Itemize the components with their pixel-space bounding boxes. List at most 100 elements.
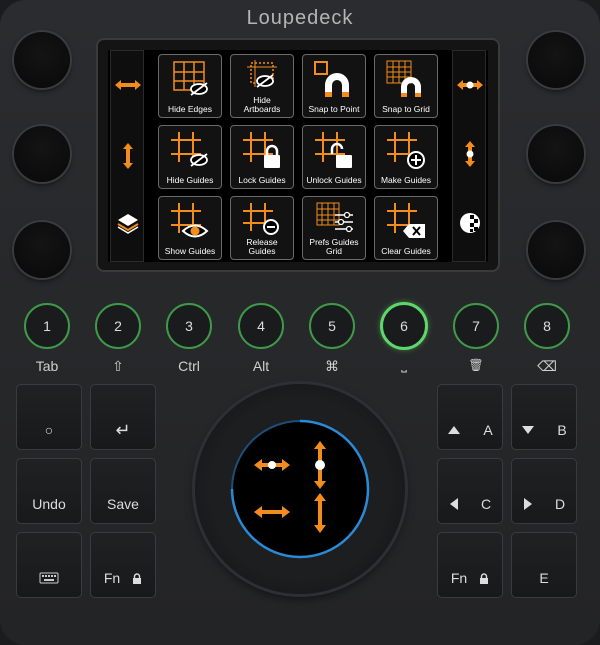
brand-logo: Loupedeck — [246, 7, 354, 29]
d-key-content: D — [512, 485, 576, 523]
guides-add-icon — [387, 132, 425, 169]
up-down-arrows-icon — [314, 493, 326, 533]
undo-key[interactable]: Undo — [16, 458, 82, 524]
button-1-label: Tab — [35, 358, 59, 374]
button-2-label: ⇧ — [112, 358, 124, 374]
button-5-label: ⌘ — [325, 358, 339, 374]
left-right-dot-arrows-icon — [254, 459, 290, 471]
tile-release-guides[interactable]: Release Guides — [230, 196, 294, 260]
tile-label: Snap to Point — [308, 104, 360, 114]
loupedeck-device: Loupedeck Hide Edges Hide Artboards Snap… — [0, 0, 600, 645]
c-key[interactable]: C — [437, 458, 503, 524]
tile-lock-guides[interactable]: Lock Guides — [230, 125, 294, 189]
button-2[interactable]: 2 — [95, 303, 141, 349]
enter-key[interactable]: ↵ — [90, 384, 156, 450]
tile-snap-to-point[interactable]: Snap to Point — [302, 54, 366, 118]
fn-key-left[interactable]: Fn — [90, 532, 156, 598]
e-key-label: E — [539, 570, 549, 586]
tile-hide-guides[interactable]: Hide Guides — [158, 125, 222, 189]
button-3-label: Ctrl — [178, 358, 200, 374]
c-key-content: C — [438, 485, 502, 523]
e-key[interactable]: E — [511, 532, 577, 598]
tile-clear-guides[interactable]: Clear Guides — [374, 196, 438, 260]
tile-label: Make Guides — [380, 175, 432, 185]
up-down-dot-arrows-icon — [453, 139, 487, 173]
circle-key-label: ○ — [44, 422, 54, 438]
artboard-icon — [247, 60, 277, 88]
dial-screen[interactable] — [230, 419, 370, 559]
a-key-content: A — [438, 411, 502, 449]
a-key-label: A — [483, 422, 493, 438]
tile-make-guides[interactable]: Make Guides — [374, 125, 438, 189]
knob-right-3[interactable] — [528, 222, 584, 278]
fn-key-left-content: Fn — [91, 559, 155, 597]
tile-label: Lock Guides — [238, 175, 286, 185]
tile-hide-artboards[interactable]: Hide Artboards — [230, 54, 294, 118]
fn-key-right[interactable]: Fn — [437, 532, 503, 598]
up-down-dot-arrows-icon — [314, 441, 326, 489]
button-6[interactable]: 6 — [380, 302, 428, 350]
b-key-content: B — [512, 411, 576, 449]
fn-key-label: Fn — [103, 570, 121, 586]
triangle-left-icon — [449, 498, 458, 510]
knob-left-2[interactable] — [14, 126, 70, 182]
triangle-up-icon — [448, 426, 461, 434]
button-7[interactable]: 7 — [453, 303, 499, 349]
knob-left-1[interactable] — [14, 32, 70, 88]
tile-hide-edges[interactable]: Hide Edges — [158, 54, 222, 118]
save-key-label: Save — [107, 496, 139, 512]
button-6-label: ⎵ — [401, 356, 407, 372]
button-4-label: Alt — [252, 358, 270, 374]
right-touch-strip[interactable] — [452, 50, 486, 262]
a-key[interactable]: A — [437, 384, 503, 450]
b-key[interactable]: B — [511, 384, 577, 450]
tile-prefs-guides-grid[interactable]: Prefs Guides Grid — [302, 196, 366, 260]
magnet-grid-icon — [386, 60, 421, 97]
button-8[interactable]: 8 — [524, 303, 570, 349]
tile-label: Snap to Grid — [382, 104, 430, 114]
tile-label: Release Guides — [246, 237, 278, 256]
tile-label: Clear Guides — [381, 246, 431, 256]
dial-ring — [230, 419, 370, 559]
left-touch-strip[interactable] — [110, 50, 144, 262]
d-key[interactable]: D — [511, 458, 577, 524]
tile-label: Show Guides — [164, 246, 216, 256]
lock-icon — [480, 572, 489, 584]
button-3[interactable]: 3 — [166, 303, 212, 349]
tile-label: Prefs Guides Grid — [309, 237, 359, 256]
touchscreen: Hide Edges Hide Artboards Snap to Point — [108, 50, 488, 262]
left-right-dot-arrows-icon — [453, 77, 487, 96]
jog-dial[interactable] — [195, 384, 405, 594]
knob-right-1[interactable] — [528, 32, 584, 88]
knob-right-2[interactable] — [528, 126, 584, 182]
circle-key[interactable]: ○ — [16, 384, 82, 450]
fn-key-right-content: Fn — [438, 559, 502, 597]
tile-snap-to-grid[interactable]: Snap to Grid — [374, 54, 438, 118]
button-4[interactable]: 4 — [238, 303, 284, 349]
keyboard-key[interactable] — [16, 532, 82, 598]
knob-left-3[interactable] — [14, 222, 70, 278]
save-key[interactable]: Save — [90, 458, 156, 524]
left-right-arrows-icon — [254, 506, 290, 518]
button-7-label: 🗑 — [468, 358, 484, 372]
guides-hide-icon — [171, 132, 208, 167]
button-5[interactable]: 5 — [309, 303, 355, 349]
button-8-label: ⌫ — [537, 358, 557, 374]
button-1[interactable]: 1 — [24, 303, 70, 349]
enter-key-label: ↵ — [115, 419, 131, 440]
keyboard-icon — [17, 559, 81, 597]
guides-clear-icon — [387, 203, 425, 238]
guides-lock-icon — [243, 132, 280, 168]
tile-label: Hide Artboards — [243, 95, 281, 114]
fn-key-label: Fn — [450, 570, 468, 586]
tile-unlock-guides[interactable]: Unlock Guides — [302, 125, 366, 189]
left-right-arrows-icon — [111, 77, 145, 96]
tile-label: Unlock Guides — [306, 175, 362, 185]
grid-settings-icon — [316, 202, 353, 233]
tile-label: Hide Edges — [168, 104, 212, 114]
guides-remove-icon — [243, 203, 279, 235]
tile-show-guides[interactable]: Show Guides — [158, 196, 222, 260]
layers-icon — [111, 211, 145, 239]
undo-key-label: Undo — [32, 496, 66, 512]
up-down-arrows-icon — [111, 141, 145, 175]
